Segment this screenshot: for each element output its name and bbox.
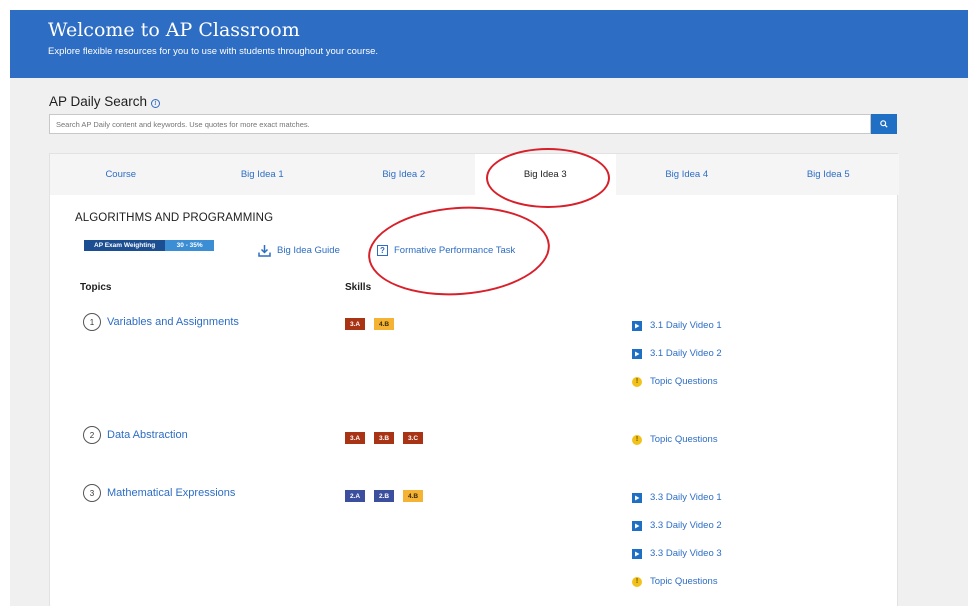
skills-row: 2.A 2.B 4.B [345, 490, 423, 502]
play-video-icon [632, 520, 642, 531]
page-frame: Welcome to AP Classroom Explore flexible… [10, 10, 968, 606]
skill-badge: 3.A [345, 432, 365, 444]
skill-badge: 2.A [345, 490, 365, 502]
resource-label: Topic Questions [650, 434, 718, 445]
resource-label: 3.1 Daily Video 1 [650, 320, 722, 331]
search-icon [880, 120, 888, 128]
resource-label: 3.3 Daily Video 2 [650, 520, 722, 531]
search-input[interactable] [49, 114, 871, 134]
daily-video-link[interactable]: 3.3 Daily Video 3 [632, 548, 722, 559]
topic-number-badge: 2 [83, 426, 101, 444]
topic-number-badge: 3 [83, 484, 101, 502]
search-title-label: AP Daily Search [49, 94, 148, 109]
topic-name: Variables and Assignments [107, 316, 239, 328]
daily-video-link[interactable]: 3.1 Daily Video 1 [632, 320, 722, 331]
play-video-icon [632, 320, 642, 331]
skill-badge: 3.B [374, 432, 394, 444]
topic-questions-link[interactable]: ! Topic Questions [632, 376, 718, 387]
big-idea-panel: Course Big Idea 1 Big Idea 2 Big Idea 3 … [49, 153, 899, 606]
topic-questions-link[interactable]: ! Topic Questions [632, 434, 718, 445]
topic-questions-link[interactable]: ! Topic Questions [632, 576, 718, 587]
resource-label: Topic Questions [650, 576, 718, 587]
skill-badge: 4.B [374, 318, 394, 330]
resource-label: Topic Questions [650, 376, 718, 387]
big-idea-guide-label: Big Idea Guide [277, 245, 340, 256]
skills-row: 3.A 3.B 3.C [345, 432, 423, 444]
topic-mathematical-expressions[interactable]: 3 Mathematical Expressions [83, 484, 235, 502]
topic-number-badge: 1 [83, 313, 101, 331]
search-button[interactable] [871, 114, 897, 134]
search-section-title: AP Daily Search i [49, 94, 161, 109]
question-box-icon: ? [377, 245, 388, 256]
topic-name: Data Abstraction [107, 429, 188, 441]
skill-badge: 3.A [345, 318, 365, 330]
play-video-icon [632, 548, 642, 559]
tab-big-idea-1[interactable]: Big Idea 1 [192, 154, 334, 195]
resource-label: 3.1 Daily Video 2 [650, 348, 722, 359]
big-idea-guide-link[interactable]: Big Idea Guide [258, 244, 340, 257]
tab-big-idea-5[interactable]: Big Idea 5 [758, 154, 900, 195]
tab-course[interactable]: Course [50, 154, 192, 195]
topic-name: Mathematical Expressions [107, 487, 236, 499]
exam-weighting-badge: AP Exam Weighting 30 - 35% [84, 240, 215, 251]
daily-video-link[interactable]: 3.3 Daily Video 2 [632, 520, 722, 531]
topic-data-abstraction[interactable]: 2 Data Abstraction [83, 426, 188, 444]
play-video-icon [632, 348, 642, 359]
play-video-icon [632, 492, 642, 503]
tab-big-idea-2[interactable]: Big Idea 2 [333, 154, 475, 195]
unit-title: ALGORITHMS AND PROGRAMMING [75, 212, 274, 224]
formative-performance-task-label: Formative Performance Task [394, 245, 516, 256]
resource-label: 3.3 Daily Video 1 [650, 492, 722, 503]
banner-subtitle: Explore flexible resources for you to us… [48, 46, 379, 57]
exam-weighting-value: 30 - 35% [165, 240, 215, 251]
download-icon [258, 245, 271, 257]
skills-row: 3.A 4.B [345, 318, 394, 330]
skill-badge: 2.B [374, 490, 394, 502]
skills-column-header: Skills [345, 282, 372, 293]
topics-column-header: Topics [80, 282, 112, 293]
daily-video-link[interactable]: 3.1 Daily Video 2 [632, 348, 722, 359]
daily-video-link[interactable]: 3.3 Daily Video 1 [632, 492, 722, 503]
tab-big-idea-3[interactable]: Big Idea 3 [474, 154, 616, 195]
resource-label: 3.3 Daily Video 3 [650, 548, 722, 559]
lightbulb-icon: ! [632, 376, 642, 387]
banner-title: Welcome to AP Classroom [48, 19, 300, 41]
topic-variables-and-assignments[interactable]: 1 Variables and Assignments [83, 313, 239, 331]
tab-big-idea-4[interactable]: Big Idea 4 [616, 154, 758, 195]
welcome-banner: Welcome to AP Classroom Explore flexible… [10, 10, 968, 78]
skill-badge: 3.C [403, 432, 423, 444]
exam-weighting-label: AP Exam Weighting [84, 240, 166, 251]
info-icon[interactable]: i [151, 98, 161, 108]
formative-performance-task-link[interactable]: ? Formative Performance Task [377, 245, 515, 256]
skill-badge: 4.B [403, 490, 423, 502]
lightbulb-icon: ! [632, 576, 642, 587]
lightbulb-icon: ! [632, 434, 642, 445]
big-idea-tabs: Course Big Idea 1 Big Idea 2 Big Idea 3 … [50, 154, 899, 195]
